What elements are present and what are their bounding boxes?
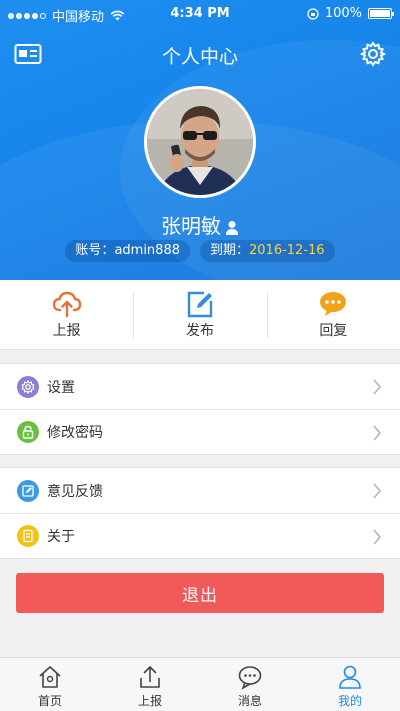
action-report[interactable]: 上报	[0, 280, 133, 349]
menu-group-about: 意见反馈 关于	[0, 467, 400, 559]
menu-group-settings: 设置 修改密码	[0, 363, 400, 455]
chat-bubble-icon	[320, 291, 347, 316]
gear-icon[interactable]	[360, 41, 386, 67]
chevron-right-icon	[373, 425, 382, 441]
menu-item-label: 修改密码	[47, 425, 103, 441]
cloud-upload-icon	[52, 291, 81, 317]
user-name-text: 张明敏	[161, 214, 221, 238]
menu-item-feedback[interactable]: 意见反馈	[0, 468, 400, 513]
account-badge: 账号：admin888	[65, 240, 190, 262]
action-label: 回复	[319, 322, 348, 339]
tab-mine[interactable]: 我的	[300, 658, 400, 711]
menu-item-label: 设置	[47, 379, 75, 396]
action-reply[interactable]: 回复	[266, 280, 400, 349]
lock-icon	[17, 421, 39, 443]
action-label: 上报	[52, 322, 81, 339]
person-icon	[339, 665, 361, 689]
battery-icon	[368, 8, 394, 19]
message-icon	[238, 666, 262, 690]
menu-item-change-password[interactable]: 修改密码	[0, 409, 400, 454]
person-icon	[226, 220, 238, 235]
expiry-value: 2016-12-16	[249, 243, 325, 258]
logout-button[interactable]: 退出	[16, 573, 384, 613]
gear-icon	[17, 375, 39, 398]
tab-label: 消息	[237, 694, 262, 708]
action-publish[interactable]: 发布	[133, 280, 266, 349]
info-icon	[17, 525, 39, 547]
nav-bar: 个人中心	[0, 36, 400, 72]
action-label: 发布	[185, 322, 214, 339]
menu-item-about[interactable]: 关于	[0, 513, 400, 558]
tab-label: 首页	[37, 694, 62, 708]
quick-actions: 上报 发布 回复	[0, 280, 400, 350]
menu-item-label: 意见反馈	[47, 483, 103, 500]
expiry-badge: 到期：2016-12-16	[199, 240, 335, 262]
tab-label: 我的	[337, 694, 362, 708]
status-bar: 中国移动 4:34 PM 100%	[0, 0, 400, 28]
avatar[interactable]	[144, 86, 256, 198]
chevron-right-icon	[373, 529, 382, 545]
menu-item-settings[interactable]: 设置	[0, 364, 400, 409]
tab-bar: 首页 上报 消息 我的	[0, 657, 400, 711]
user-name: 张明敏	[0, 210, 400, 239]
home-icon	[39, 666, 61, 688]
orientation-lock-icon	[307, 7, 319, 20]
tab-report[interactable]: 上报	[100, 658, 200, 711]
page-title: 个人中心	[161, 46, 238, 68]
account-label: 账号：	[75, 243, 115, 258]
edit-icon	[187, 291, 213, 317]
account-info: 账号：admin888 到期：2016-12-16	[0, 240, 400, 262]
chevron-right-icon	[373, 379, 382, 395]
tab-label: 上报	[137, 694, 162, 708]
profile-header: 中国移动 4:34 PM 100% 个人中心 张明敏 账号：admin888 到…	[0, 0, 400, 280]
tab-home[interactable]: 首页	[0, 658, 100, 711]
upload-icon	[140, 666, 160, 688]
menu-item-label: 关于	[47, 529, 75, 545]
expiry-label: 到期：	[209, 243, 249, 258]
battery-percent: 100%	[324, 6, 362, 21]
tab-messages[interactable]: 消息	[200, 658, 300, 711]
feedback-icon	[17, 479, 39, 502]
chevron-right-icon	[373, 483, 382, 499]
account-value: admin888	[114, 243, 180, 258]
